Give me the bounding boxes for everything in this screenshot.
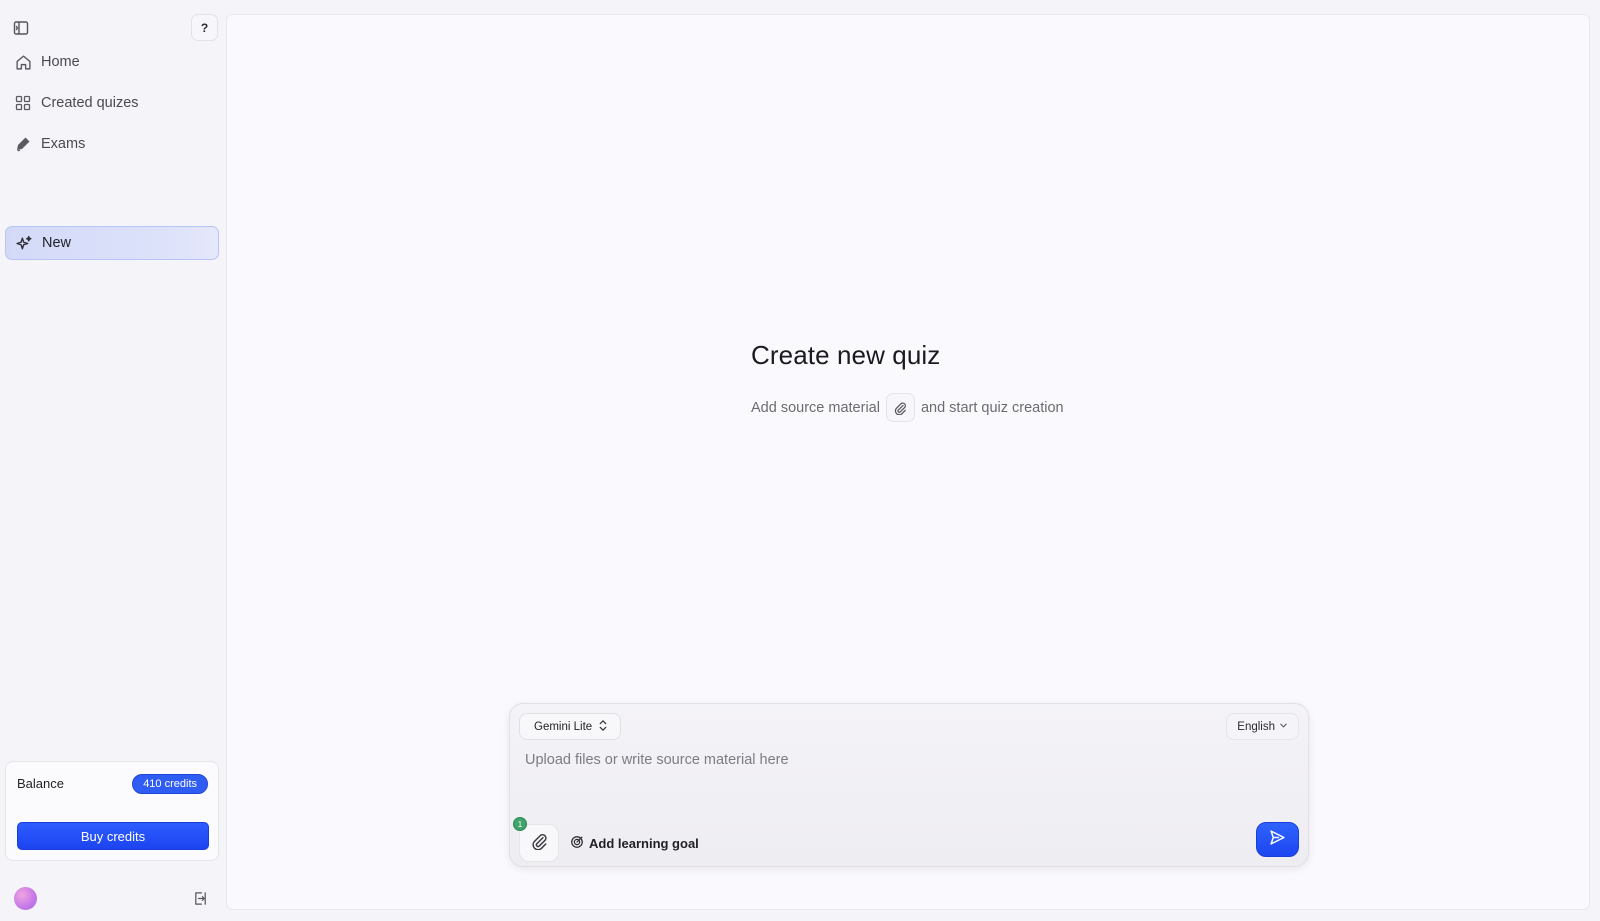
hero-subtitle: Add source material and start quiz creat… (751, 393, 1064, 422)
sidebar-item-home[interactable]: Home (5, 45, 219, 79)
sidebar: ? Home Created quizes Exams New Balance … (0, 0, 226, 921)
pencil-icon (14, 135, 32, 153)
credits-badge: 410 credits (132, 774, 208, 794)
avatar[interactable] (14, 887, 37, 910)
model-label: Gemini Lite (534, 720, 593, 733)
hero: Create new quiz Add source material and … (751, 340, 1064, 422)
sidebar-item-created-quizes[interactable]: Created quizes (5, 86, 219, 120)
language-label: English (1237, 720, 1275, 733)
target-icon (570, 835, 584, 852)
home-icon (14, 53, 32, 71)
add-learning-goal-button[interactable]: Add learning goal (570, 831, 699, 855)
learning-goal-label: Add learning goal (589, 835, 699, 851)
sparkles-icon (15, 234, 33, 252)
send-icon (1269, 829, 1286, 851)
sidebar-item-label: Exams (41, 136, 86, 152)
help-button[interactable]: ? (191, 14, 218, 41)
sidebar-toggle-icon[interactable] (12, 19, 30, 37)
paperclip-icon (885, 393, 915, 422)
attachment-count-badge: 1 (513, 817, 527, 831)
grid-icon (14, 94, 32, 112)
chevron-up-down-icon (598, 719, 608, 735)
chevron-down-icon (1279, 721, 1288, 733)
main-panel: Create new quiz Add source material and … (226, 14, 1590, 910)
subtitle-text-after: and start quiz creation (920, 399, 1064, 416)
language-selector[interactable]: English (1226, 713, 1299, 740)
buy-credits-button[interactable]: Buy credits (17, 822, 209, 850)
send-button[interactable] (1256, 822, 1299, 857)
new-quiz-button[interactable]: New (5, 226, 219, 260)
sidebar-nav: Home Created quizes Exams (5, 45, 219, 168)
logout-icon[interactable] (191, 889, 209, 907)
app-window: ? Home Created quizes Exams New Balance … (0, 0, 1600, 921)
subtitle-text-before: Add source material (751, 399, 880, 416)
source-material-input[interactable] (525, 747, 1285, 773)
balance-label: Balance (17, 776, 64, 791)
page-title: Create new quiz (751, 340, 941, 370)
composer: Gemini Lite English Upload files or writ… (509, 703, 1309, 867)
attach-button[interactable] (519, 824, 559, 862)
model-selector[interactable]: Gemini Lite (519, 713, 622, 740)
sidebar-item-exams[interactable]: Exams (5, 127, 219, 161)
sidebar-item-label: Created quizes (41, 95, 139, 111)
new-button-label: New (42, 235, 72, 251)
sidebar-item-label: Home (41, 54, 80, 70)
paperclip-icon (530, 832, 548, 855)
balance-card: Balance 410 credits Buy credits (5, 761, 219, 861)
